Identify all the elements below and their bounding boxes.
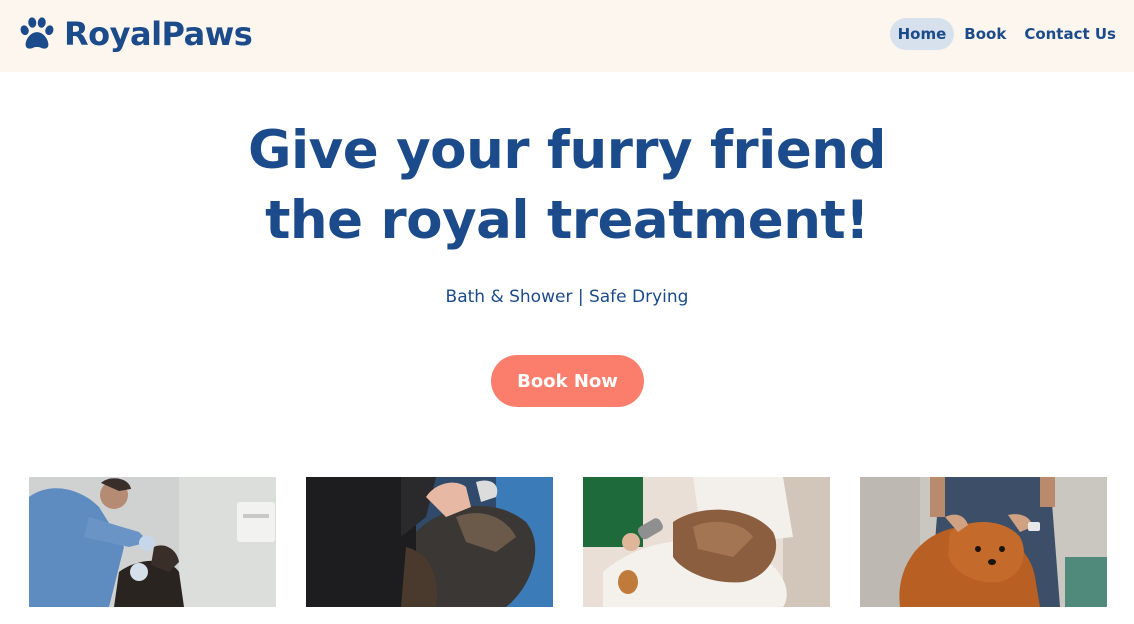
hero-title: Give your furry friend the royal treatme… <box>0 116 1134 256</box>
book-now-button[interactable]: Book Now <box>491 355 644 407</box>
hero-title-line-2: the royal treatment! <box>265 190 869 251</box>
hero-title-line-1: Give your furry friend <box>248 120 886 181</box>
brand-logo[interactable]: RoyalPaws <box>18 14 253 54</box>
brand-name: RoyalPaws <box>64 15 253 53</box>
paw-print-icon <box>18 15 56 53</box>
pomeranian-dog-photo <box>860 477 1107 607</box>
nav-home-link[interactable]: Home <box>889 18 955 50</box>
main-nav: Home Book Contact Us <box>888 18 1124 50</box>
nav-contact-link[interactable]: Contact Us <box>1016 18 1124 50</box>
blow-drying-dog-photo <box>583 477 830 607</box>
hero-subtitle: Bath & Shower | Safe Drying <box>445 287 689 307</box>
groomer-cleaning-dog-photo <box>29 477 276 607</box>
site-header: RoyalPaws Home Book Contact Us <box>0 0 1134 72</box>
nav-book-link[interactable]: Book <box>956 18 1014 50</box>
hands-brushing-dog-photo <box>306 477 553 607</box>
